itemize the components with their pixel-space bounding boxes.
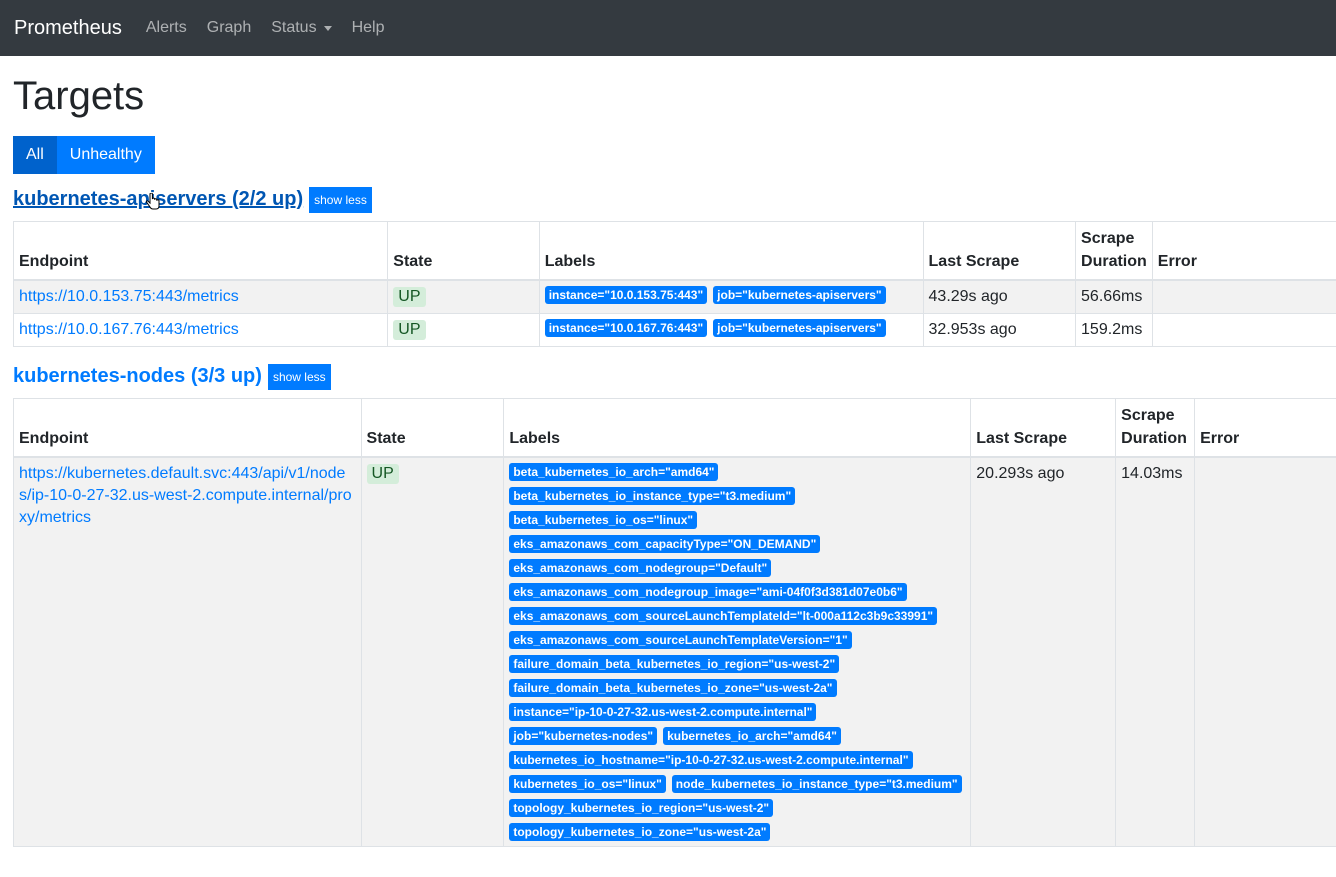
pool-header: kubernetes-apiservers (2/2 up) show less bbox=[13, 186, 1323, 213]
column-header-endpoint: Endpoint bbox=[12, 221, 389, 281]
navbar: Prometheus Alerts Graph Status Help bbox=[0, 0, 1336, 56]
last-scrape-cell: 43.29s ago bbox=[922, 279, 1077, 314]
table-header-row: Endpoint State Labels Last Scrape Scrape Dur… bbox=[12, 221, 1336, 281]
label-badge: eks_amazonaws_com_sourceLaunchTemplateVe… bbox=[509, 631, 852, 649]
brand-link[interactable]: Prometheus bbox=[14, 17, 122, 40]
state-badge: UP bbox=[366, 464, 399, 484]
column-header-scrape-duration: Scrape Duration bbox=[1115, 398, 1196, 458]
main-content: Targets All Unhealthy kubernetes-apiserv… bbox=[0, 74, 1336, 847]
error-cell bbox=[1151, 279, 1336, 314]
state-cell: UP bbox=[387, 313, 540, 347]
hand-cursor-icon bbox=[146, 193, 160, 210]
endpoint-link[interactable]: https://kubernetes.default.svc:443/api/v… bbox=[19, 465, 352, 526]
label-badge: instance="ip-10-0-27-32.us-west-2.comput… bbox=[509, 703, 817, 721]
pool-header: kubernetes-nodes (3/3 up) show less bbox=[13, 363, 1323, 390]
page-title: Targets bbox=[13, 74, 145, 118]
scrape-duration-cell: 14.03ms bbox=[1115, 456, 1196, 847]
endpoint-cell: https://10.0.167.76:443/metrics bbox=[12, 313, 389, 347]
column-header-error: Error bbox=[1194, 398, 1336, 458]
nav-status-label: Status bbox=[271, 19, 317, 36]
labels-cell: beta_kubernetes_io_arch="amd64" beta_kube… bbox=[503, 456, 972, 847]
table-row: https://10.0.167.76:443/metrics UP instanc… bbox=[12, 313, 1336, 347]
filter-button-group: All Unhealthy bbox=[13, 136, 1323, 174]
column-header-labels: Labels bbox=[503, 398, 972, 458]
label-badge: kubernetes_io_arch="amd64" bbox=[663, 727, 841, 745]
nav-graph[interactable]: Graph bbox=[197, 19, 261, 37]
state-cell: UP bbox=[360, 456, 505, 847]
state-badge: UP bbox=[393, 287, 426, 307]
table-row: https://kubernetes.default.svc:443/api/v… bbox=[13, 456, 1336, 847]
last-scrape-cell: 20.293s ago bbox=[970, 456, 1117, 847]
column-header-error: Error bbox=[1151, 221, 1336, 281]
label-badge: topology_kubernetes_io_region="us-west-2… bbox=[509, 799, 774, 817]
label-badge: eks_amazonaws_com_capacityType="ON_DEMAN… bbox=[509, 535, 821, 553]
label-badge: job="kubernetes-nodes" bbox=[509, 727, 658, 745]
column-header-state: State bbox=[387, 221, 540, 281]
label-badge: instance="10.0.167.76:443" bbox=[544, 319, 708, 337]
endpoint-link[interactable]: https://10.0.153.75:443/metrics bbox=[19, 288, 239, 305]
label-badge: beta_kubernetes_io_arch="amd64" bbox=[509, 463, 719, 481]
last-scrape-cell: 32.953s ago bbox=[922, 313, 1077, 347]
label-badge: job="kubernetes-apiservers" bbox=[713, 319, 886, 337]
nav-help[interactable]: Help bbox=[342, 19, 395, 37]
labels-cell: instance="10.0.153.75:443" job="kubernete… bbox=[538, 279, 924, 314]
column-header-last-scrape: Last Scrape bbox=[970, 398, 1117, 458]
label-badge: job="kubernetes-apiservers" bbox=[713, 286, 886, 304]
caret-down-icon bbox=[323, 25, 332, 31]
label-badge: beta_kubernetes_io_instance_type="t3.med… bbox=[509, 487, 796, 505]
table-header-row: Endpoint State Labels Last Scrape Scrape Dur… bbox=[13, 398, 1336, 458]
nav-alerts[interactable]: Alerts bbox=[136, 19, 197, 37]
filter-all-button[interactable]: All bbox=[13, 136, 57, 174]
pool-title-link[interactable]: kubernetes-nodes (3/3 up) bbox=[13, 365, 262, 388]
column-header-labels: Labels bbox=[538, 221, 924, 281]
error-cell bbox=[1151, 313, 1336, 347]
label-badge: eks_amazonaws_com_nodegroup="Default" bbox=[509, 559, 772, 577]
error-cell bbox=[1194, 456, 1336, 847]
nav-status-dropdown[interactable]: Status bbox=[261, 19, 341, 37]
label-badge: beta_kubernetes_io_os="linux" bbox=[509, 511, 698, 529]
label-badge: instance="10.0.153.75:443" bbox=[544, 286, 708, 304]
labels-cell: instance="10.0.167.76:443" job="kubernete… bbox=[538, 313, 924, 347]
show-less-button[interactable]: show less bbox=[309, 186, 372, 213]
label-badge: node_kubernetes_io_instance_type="t3.med… bbox=[671, 775, 962, 793]
column-header-last-scrape: Last Scrape bbox=[922, 221, 1077, 281]
endpoint-link[interactable]: https://10.0.167.76:443/metrics bbox=[19, 321, 239, 338]
label-badge: eks_amazonaws_com_nodegroup_image="ami-0… bbox=[509, 583, 907, 601]
scrape-duration-cell: 159.2ms bbox=[1075, 313, 1153, 347]
endpoint-cell: https://kubernetes.default.svc:443/api/v… bbox=[13, 456, 362, 847]
filter-unhealthy-button[interactable]: Unhealthy bbox=[56, 136, 155, 174]
label-badge: failure_domain_beta_kubernetes_io_zone="… bbox=[509, 679, 837, 697]
label-badge: kubernetes_io_hostname="ip-10-0-27-32.us… bbox=[509, 751, 913, 769]
label-badge: failure_domain_beta_kubernetes_io_region… bbox=[509, 655, 840, 673]
endpoint-cell: https://10.0.153.75:443/metrics bbox=[12, 279, 389, 314]
label-badge: eks_amazonaws_com_sourceLaunchTemplateId… bbox=[509, 607, 938, 625]
show-less-button[interactable]: show less bbox=[267, 363, 331, 390]
column-header-endpoint: Endpoint bbox=[13, 398, 362, 458]
targets-table: Endpoint State Labels Last Scrape Scrape Dur… bbox=[13, 398, 1336, 847]
label-badge: topology_kubernetes_io_zone="us-west-2a" bbox=[509, 823, 771, 841]
state-cell: UP bbox=[387, 279, 540, 314]
target-pools: kubernetes-apiservers (2/2 up) show less E… bbox=[12, 186, 1336, 847]
targets-table: Endpoint State Labels Last Scrape Scrape Dur… bbox=[12, 221, 1336, 347]
column-header-scrape-duration: Scrape Duration bbox=[1075, 221, 1153, 281]
state-badge: UP bbox=[393, 320, 426, 340]
scrape-duration-cell: 56.66ms bbox=[1075, 279, 1153, 314]
table-row: https://10.0.153.75:443/metrics UP instanc… bbox=[12, 279, 1336, 314]
column-header-state: State bbox=[360, 398, 505, 458]
label-badge: kubernetes_io_os="linux" bbox=[509, 775, 666, 793]
